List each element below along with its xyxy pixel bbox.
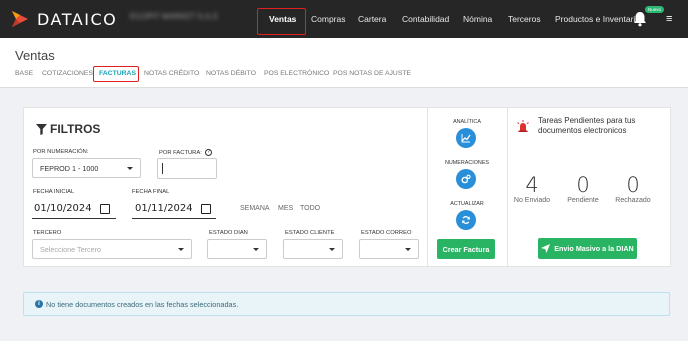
stat-no-enviado-value: 4 — [525, 173, 539, 197]
tercero-placeholder: Seleccione Tercero — [40, 245, 101, 254]
nav-compras[interactable]: Compras — [311, 14, 345, 24]
chevron-down-icon — [329, 248, 335, 251]
stat-no-enviado-label: No Enviado — [513, 197, 551, 204]
column-divider — [507, 107, 508, 267]
logo-icon — [12, 11, 28, 27]
nav-cartera[interactable]: Cartera — [358, 14, 386, 24]
fecha-inicial-input[interactable]: 01/10/2024 — [34, 203, 110, 214]
dataico-logo[interactable]: DATAICO — [10, 9, 117, 29]
numeraciones-label: NUMERACIONES — [444, 160, 490, 166]
alarm-siren-icon — [517, 120, 529, 132]
range-mes[interactable]: MES — [278, 205, 293, 212]
tab-pos-electronico[interactable]: POS ELECTRÓNICO — [264, 70, 329, 77]
info-icon: i — [35, 300, 43, 308]
stat-pendiente-value: 0 — [576, 173, 590, 197]
fecha-final-label: FECHA FINAL — [132, 189, 170, 195]
analitica-label: ANALÍTICA — [453, 119, 481, 125]
stat-rechazado-label: Rechazado — [615, 197, 651, 204]
chevron-down-icon — [405, 248, 411, 251]
nav-ventas[interactable]: Ventas — [269, 14, 296, 24]
tab-facturas[interactable]: FACTURAS — [99, 70, 136, 77]
chevron-down-icon — [127, 167, 133, 170]
analitica-button[interactable] — [456, 128, 476, 148]
envio-masivo-button[interactable]: Envio Masivo a la DIAN — [538, 238, 637, 259]
filter-icon — [36, 123, 47, 135]
crear-factura-button[interactable]: Crear Factura — [437, 239, 495, 259]
top-navbar: DATAICO ECOPIT MARKET S.A.S Ventas Compr… — [0, 0, 688, 38]
range-todo[interactable]: TODO — [300, 205, 320, 212]
fecha-final-value: 01/11/2024 — [135, 203, 193, 214]
tab-base[interactable]: BASE — [15, 70, 33, 77]
stat-pendiente-label: Pendiente — [567, 197, 599, 204]
calendar-icon[interactable] — [99, 203, 110, 214]
tab-pos-notas-ajuste[interactable]: POS NOTAS DE AJUSTE — [333, 70, 411, 77]
tab-notas-credito[interactable]: NOTAS CRÉDITO — [144, 70, 199, 77]
bell-icon[interactable] — [632, 11, 648, 27]
chevron-down-icon — [253, 248, 259, 251]
chevron-down-icon — [178, 248, 184, 251]
range-semana[interactable]: SEMANA — [240, 205, 270, 212]
header-divider — [0, 87, 688, 88]
factura-label: POR FACTURA:? — [159, 149, 212, 156]
text-cursor — [162, 163, 163, 174]
actualizar-label: ACTUALIZAR — [450, 201, 484, 207]
fecha-inicial-underline — [32, 218, 116, 219]
new-badge: Nuevo — [645, 6, 665, 13]
help-icon[interactable]: ? — [204, 149, 212, 156]
numeracion-select[interactable]: FEPROD 1 - 1000 — [32, 158, 141, 178]
calendar-icon[interactable] — [200, 203, 211, 214]
fecha-final-underline — [132, 218, 216, 219]
factura-label-text: POR FACTURA: — [159, 150, 202, 157]
nav-terceros[interactable]: Terceros — [508, 14, 541, 24]
numeracion-label: POR NUMERACIÓN: — [33, 149, 89, 155]
company-name: ECOPIT MARKET S.A.S — [130, 12, 218, 21]
numeracion-value: FEPROD 1 - 1000 — [40, 164, 99, 173]
tercero-select[interactable]: Seleccione Tercero — [32, 239, 192, 259]
nav-contabilidad[interactable]: Contabilidad — [402, 14, 449, 24]
factura-input[interactable] — [157, 158, 217, 179]
envio-masivo-label: Envio Masivo a la DIAN — [554, 244, 634, 253]
refresh-icon — [462, 216, 470, 224]
info-alert: i No tiene documentos creados en las fec… — [23, 292, 670, 316]
fecha-inicial-value: 01/10/2024 — [34, 203, 92, 214]
brand-name: DATAICO — [37, 9, 118, 29]
tercero-label: TERCERO — [33, 230, 62, 236]
tab-notas-debito[interactable]: NOTAS DÉBITO — [206, 70, 256, 77]
estado-correo-label: ESTADO CORREO — [361, 230, 412, 236]
chart-line-icon — [461, 134, 471, 143]
estado-correo-select[interactable] — [359, 239, 419, 259]
filters-title: FILTROS — [36, 122, 100, 136]
fecha-inicial-label: FECHA INICIAL — [33, 189, 75, 195]
tasks-title: Tareas Pendientes para tus documentos el… — [538, 116, 636, 135]
estado-dian-select[interactable] — [207, 239, 267, 259]
alert-text: No tiene documentos creados en las fecha… — [46, 299, 239, 309]
column-divider — [427, 107, 428, 267]
page-title: Ventas — [15, 48, 55, 63]
nav-productos-inventario[interactable]: Productos e Inventario — [555, 14, 640, 24]
estado-cliente-label: ESTADO CLIENTE — [285, 230, 335, 236]
send-icon — [541, 244, 551, 253]
actualizar-button[interactable] — [456, 210, 476, 230]
hamburger-menu-icon[interactable]: ≡ — [666, 13, 672, 25]
estado-dian-label: ESTADO DIAN — [209, 230, 248, 236]
fecha-final-input[interactable]: 01/11/2024 — [135, 203, 211, 214]
numeraciones-button[interactable] — [456, 169, 476, 189]
nav-nomina[interactable]: Nómina — [463, 14, 492, 24]
estado-cliente-select[interactable] — [283, 239, 343, 259]
filters-title-text: FILTROS — [50, 122, 101, 136]
stat-rechazado-value: 0 — [626, 173, 640, 197]
cogs-icon — [461, 174, 471, 184]
tab-cotizaciones[interactable]: COTIZACIONES — [42, 70, 93, 77]
